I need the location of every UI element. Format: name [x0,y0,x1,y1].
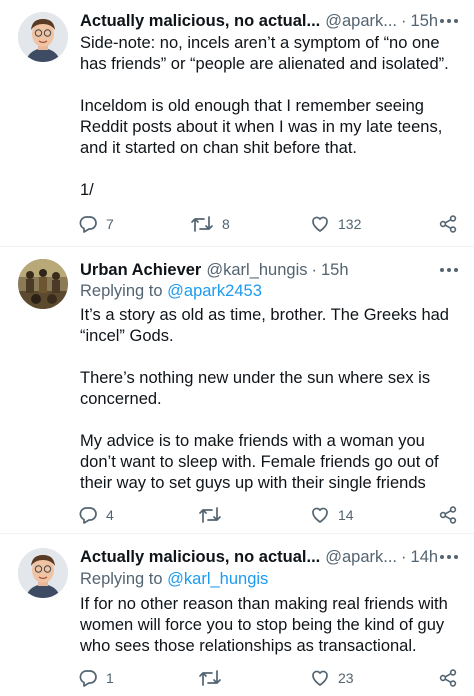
replying-to: Replying to @karl_hungis [80,570,268,589]
share-button[interactable] [438,212,458,236]
reply-icon [79,670,97,687]
timestamp[interactable]: 14h [411,548,439,567]
tweet-paragraph: There’s nothing new under the sun where … [80,369,431,408]
tweet-paragraph: 1/ [80,181,94,199]
tweet-1[interactable]: Actually malicious, no actual... @apark.… [0,0,474,246]
tweet-2[interactable]: Urban Achiever @karl_hungis · 15h Replyi… [0,246,474,533]
share-icon [439,506,457,524]
like-button[interactable]: 132 [310,212,361,236]
retweet-button[interactable] [198,503,230,527]
tweet-actions: 1 23 [78,666,462,690]
reply-count: 4 [106,507,114,523]
separator-dot: · [311,260,318,279]
tweet-header: Actually malicious, no actual... @apark.… [80,9,460,33]
more-icon[interactable] [438,260,460,280]
tweet-paragraph: My advice is to make friends with a woma… [80,432,439,492]
reply-icon [79,216,97,233]
tweet-actions: 4 14 [78,503,462,527]
more-icon[interactable] [438,11,460,31]
retweet-icon [199,507,221,523]
retweet-icon [191,216,213,232]
tweet-paragraph: Inceldom is old enough that I remember s… [80,97,443,157]
retweet-icon [199,670,221,686]
retweet-button[interactable] [198,666,230,690]
replying-to-link[interactable]: @karl_hungis [167,570,268,588]
reply-count: 1 [106,670,114,686]
user-handle[interactable]: @apark... [325,12,397,31]
timestamp[interactable]: 15h [321,261,349,280]
reply-button[interactable]: 4 [78,503,114,527]
separator-dot: · [401,547,407,566]
like-icon [312,216,328,232]
tweet-header: Urban Achiever @karl_hungis · 15h [80,258,460,282]
more-icon[interactable] [438,547,460,567]
tweet-3[interactable]: Actually malicious, no actual... @apark.… [0,533,474,696]
avatar-karl-hungis[interactable] [18,259,68,309]
share-button[interactable] [438,503,458,527]
like-count: 14 [338,507,354,523]
replying-to-label: Replying to [80,570,163,588]
replying-to-link[interactable]: @apark2453 [167,282,262,300]
timestamp[interactable]: 15h [411,12,439,31]
tweet-paragraph: Side-note: no, incels aren’t a symptom o… [80,34,449,73]
reply-button[interactable]: 7 [78,212,114,236]
tweet-text: If for no other reason than making real … [80,594,458,657]
tweet-text: It’s a story as old as time, brother. Th… [80,305,458,494]
display-name[interactable]: Actually malicious, no actual... [80,548,320,567]
like-icon [312,670,328,686]
share-icon [439,669,457,687]
tweet-header: Actually malicious, no actual... @apark.… [80,545,460,569]
retweet-button[interactable]: 8 [190,212,230,236]
tweet-paragraph: If for no other reason than making real … [80,595,448,655]
like-count: 23 [338,670,354,686]
replying-to-label: Replying to [80,282,163,300]
tweet-text: Side-note: no, incels aren’t a symptom o… [80,33,458,201]
user-handle[interactable]: @karl_hungis [206,261,307,280]
replying-to: Replying to @apark2453 [80,282,262,301]
reply-count: 7 [106,216,114,232]
display-name[interactable]: Urban Achiever [80,261,201,280]
like-button[interactable]: 23 [310,666,354,690]
like-button[interactable]: 14 [310,503,354,527]
avatar-apark[interactable] [18,12,68,62]
tweet-actions: 7 8 132 [78,212,462,236]
reply-button[interactable]: 1 [78,666,114,690]
reply-icon [79,507,97,524]
like-icon [312,507,328,523]
retweet-count: 8 [222,216,230,232]
tweet-paragraph: It’s a story as old as time, brother. Th… [80,306,449,345]
share-icon [439,215,457,233]
share-button[interactable] [438,666,458,690]
avatar-apark[interactable] [18,548,68,598]
display-name[interactable]: Actually malicious, no actual... [80,12,320,31]
user-handle[interactable]: @apark... [325,548,397,567]
like-count: 132 [338,216,362,232]
separator-dot: · [401,11,407,30]
